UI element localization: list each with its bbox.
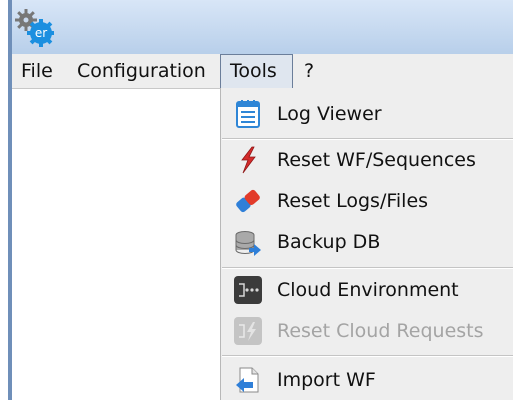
menu-item-label: Import WF [277,369,376,391]
tools-dropdown-menu: Log Viewer Reset WF/Sequences Reset Logs… [220,88,513,400]
menu-separator [222,355,513,357]
application-window: er File Configuration Tools ? Log Viewer [0,0,513,400]
title-bar: er [12,0,513,54]
cloud-environment-icon [234,276,262,304]
menu-item-label: Reset WF/Sequences [277,149,476,171]
menu-file[interactable]: File [12,54,62,88]
menu-item-reset-wf-sequences[interactable]: Reset WF/Sequences [221,140,513,181]
menu-bar: File Configuration Tools ? [12,54,513,89]
menu-item-reset-logs-files[interactable]: Reset Logs/Files [221,181,513,222]
reset-cloud-requests-icon [234,317,262,345]
menu-item-log-viewer[interactable]: Log Viewer [221,94,513,135]
menu-item-label: Log Viewer [277,103,382,125]
menu-item-reset-cloud-requests: Reset Cloud Requests [221,311,513,352]
svg-text:er: er [35,26,47,40]
menu-item-label: Reset Logs/Files [277,190,429,212]
log-viewer-icon [236,100,260,128]
menu-tools[interactable]: Tools [220,54,293,88]
menu-item-label: Reset Cloud Requests [277,320,484,342]
eraser-icon [236,189,260,213]
menu-item-label: Cloud Environment [277,279,459,301]
app-gear-er-icon: er [15,9,54,47]
menu-help[interactable]: ? [295,54,323,88]
menu-item-import-wf[interactable]: Import WF [221,360,513,401]
menu-configuration[interactable]: Configuration [68,54,215,88]
lightning-icon [241,146,256,174]
database-icon [235,231,261,256]
import-icon [236,367,259,393]
menu-separator [222,267,513,269]
menu-item-label: Backup DB [277,231,381,253]
menu-item-cloud-environment[interactable]: Cloud Environment [221,270,513,311]
menu-item-backup-db[interactable]: Backup DB [221,222,513,263]
